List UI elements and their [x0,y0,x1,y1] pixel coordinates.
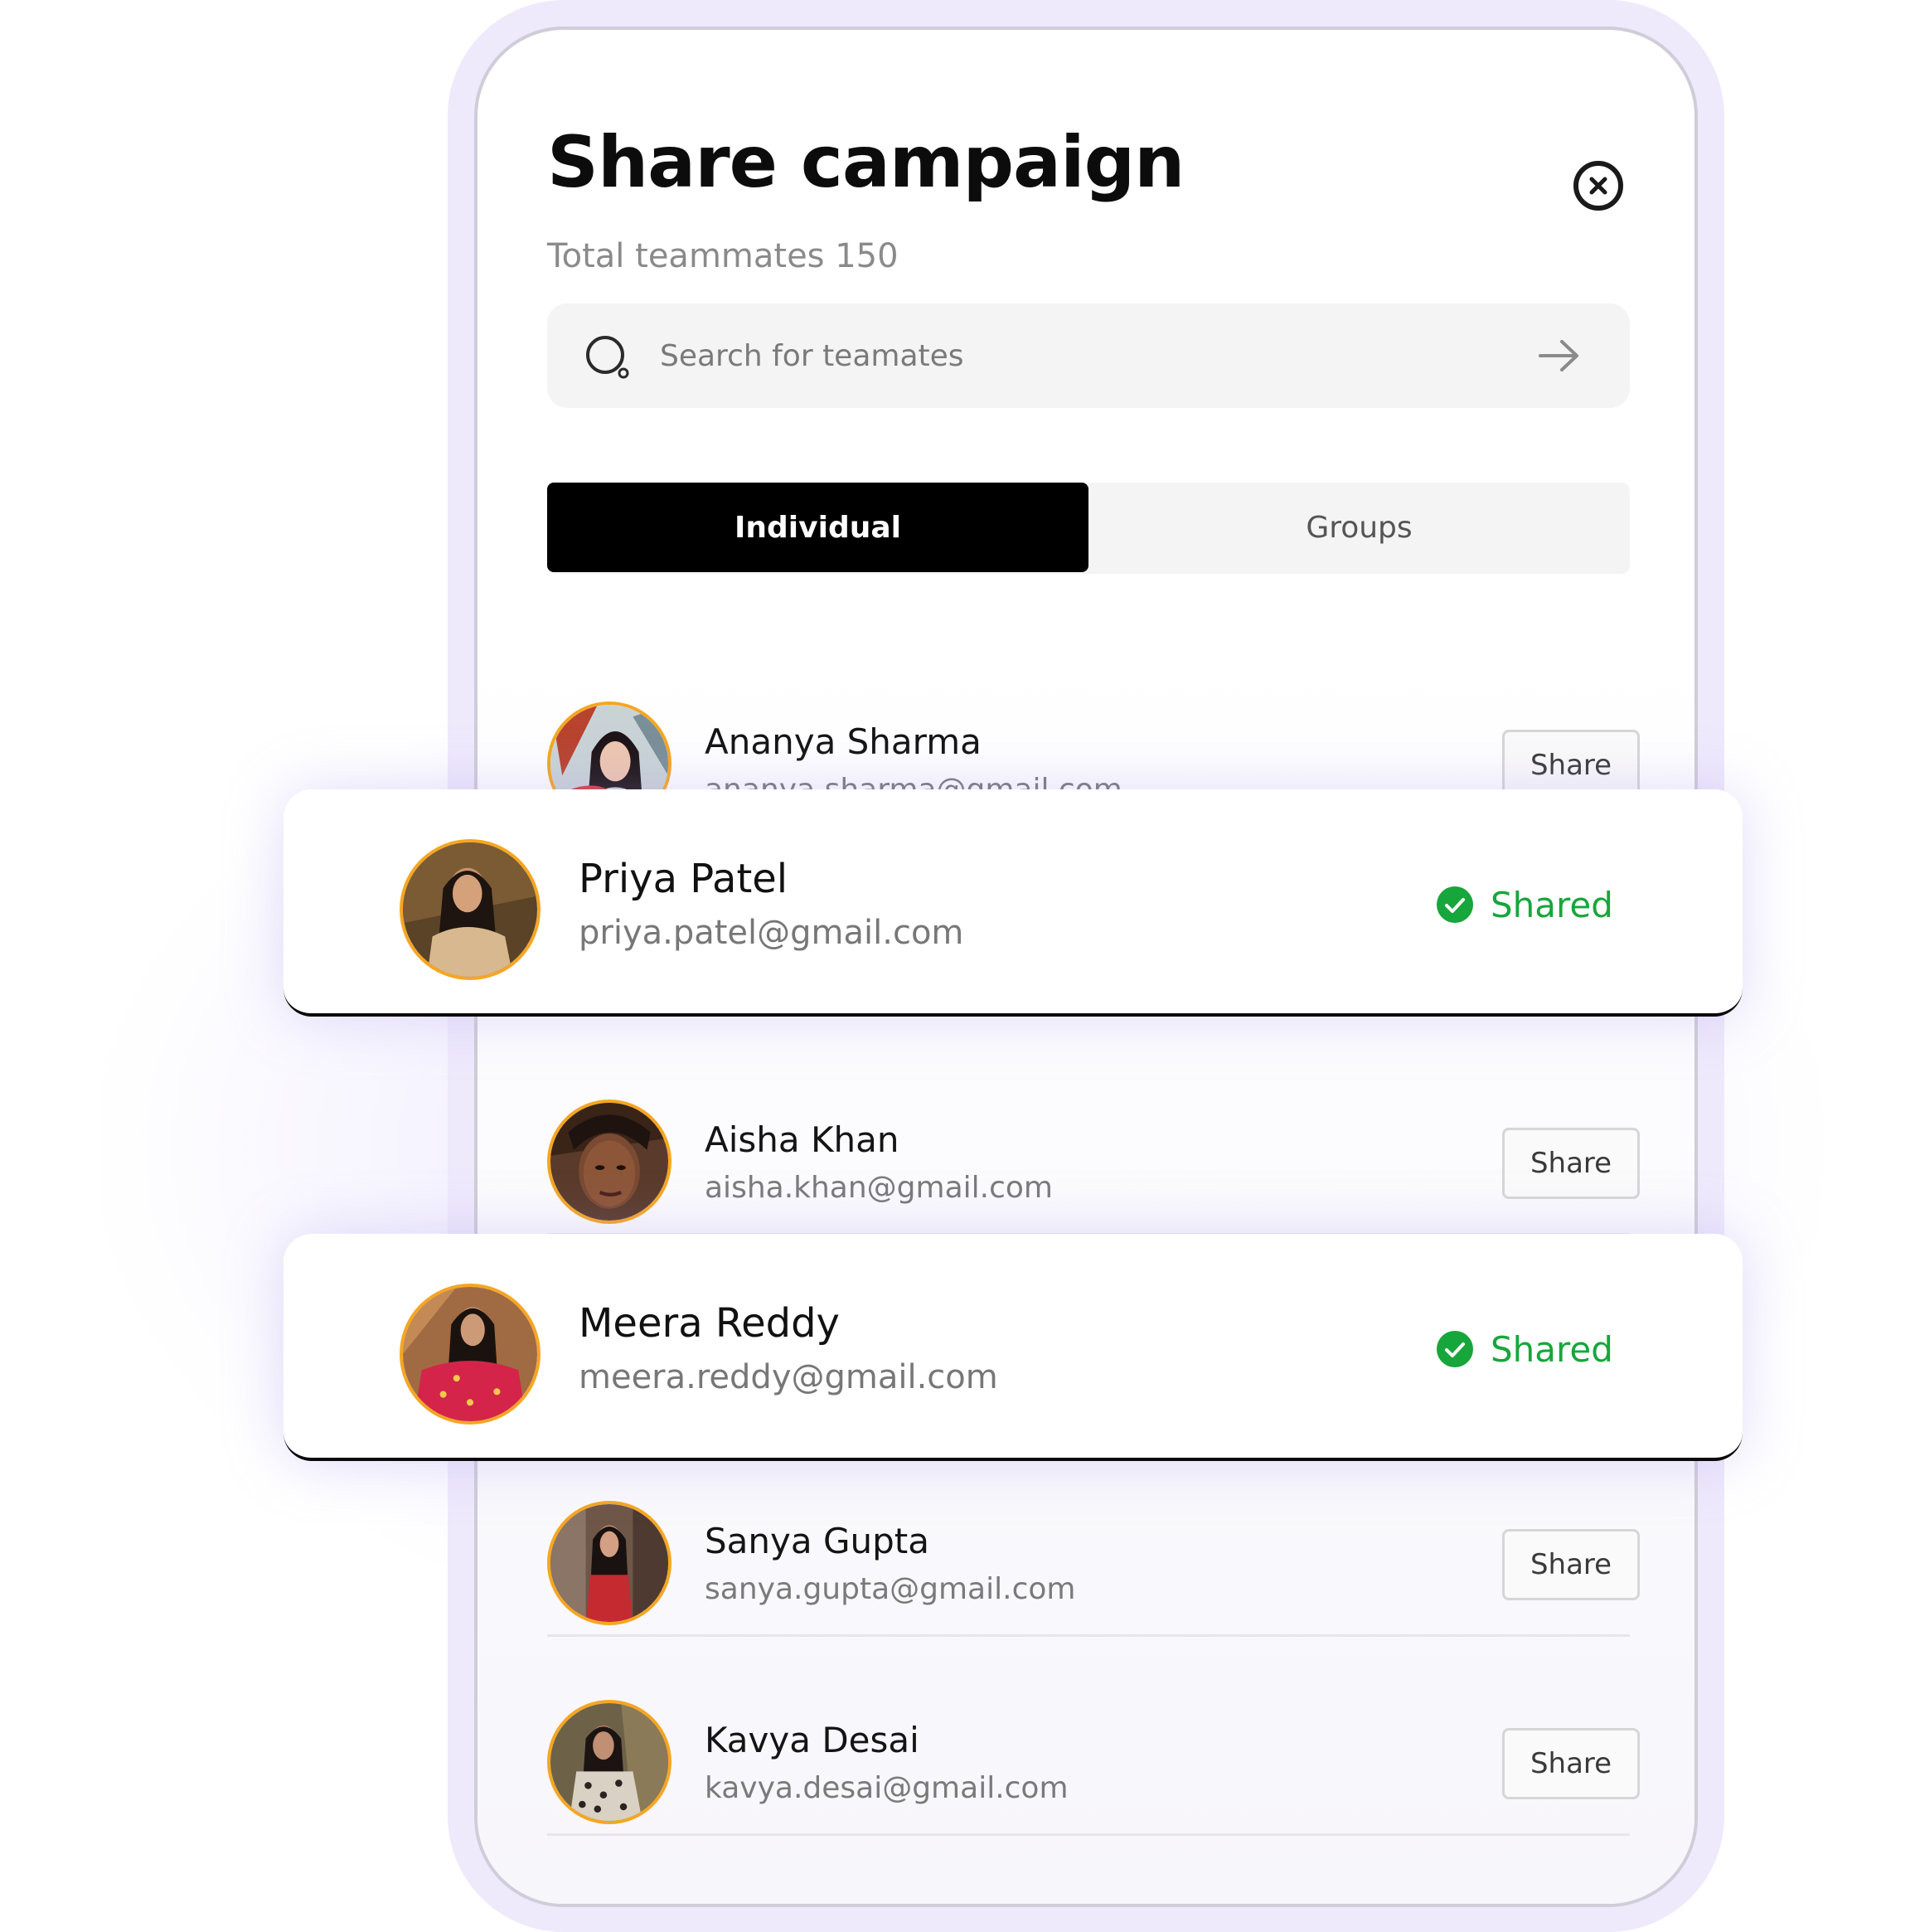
shared-label: Shared [1491,1328,1613,1370]
search-input[interactable] [660,323,1489,388]
teammate-name: Meera Reddy [579,1300,840,1347]
close-button[interactable] [1573,161,1623,211]
avatar [400,839,541,980]
share-button[interactable]: Share [1502,1529,1640,1600]
list-item: Sanya Gupta sanya.gupta@gmail.com Share [547,1468,1640,1637]
modal-subtitle: Total teammates 150 [547,237,899,275]
teammate-email: meera.reddy@gmail.com [579,1358,998,1396]
teammate-name: Priya Patel [579,856,788,902]
avatar [547,1099,671,1224]
shared-teammate-card[interactable]: Meera Reddy meera.reddy@gmail.com Shared [284,1234,1743,1461]
arrow-right-icon[interactable] [1537,337,1582,375]
search-bar [547,303,1630,408]
search-icon [586,336,629,379]
teammate-name: Aisha Khan [705,1119,899,1160]
close-icon [1589,177,1607,195]
view-tabs: Individual Groups [547,483,1630,574]
shared-status: Shared [1436,884,1613,925]
teammate-email: kavya.desai@gmail.com [705,1771,1069,1805]
teammate-email: sanya.gupta@gmail.com [705,1572,1076,1606]
check-circle-icon [1437,1331,1473,1367]
divider [547,1833,1630,1836]
share-button[interactable]: Share [1502,1728,1640,1799]
teammate-name: Kavya Desai [705,1720,919,1760]
shared-teammate-card[interactable]: Priya Patel priya.patel@gmail.com Shared [284,789,1743,1017]
divider [547,1634,1630,1637]
teammate-email: aisha.khan@gmail.com [705,1171,1053,1205]
tab-groups[interactable]: Groups [1088,483,1630,572]
teammate-email: priya.patel@gmail.com [579,914,964,952]
teammate-name: Ananya Sharma [705,721,982,762]
shared-label: Shared [1491,884,1613,925]
tab-individual[interactable]: Individual [547,483,1088,572]
stage: Share campaign Total teammates 150 Indiv… [0,0,1915,1932]
list-item: Aisha Khan aisha.khan@gmail.com Share [547,1066,1640,1235]
teammate-name: Sanya Gupta [705,1521,929,1561]
share-button[interactable]: Share [1502,1128,1640,1199]
list-item: Kavya Desai kavya.desai@gmail.com Share [547,1667,1640,1836]
check-circle-icon [1437,886,1473,923]
shared-status: Shared [1436,1328,1613,1370]
modal-title: Share campaign [547,121,1185,204]
avatar [400,1284,541,1425]
avatar [547,1501,671,1625]
avatar [547,1700,671,1824]
